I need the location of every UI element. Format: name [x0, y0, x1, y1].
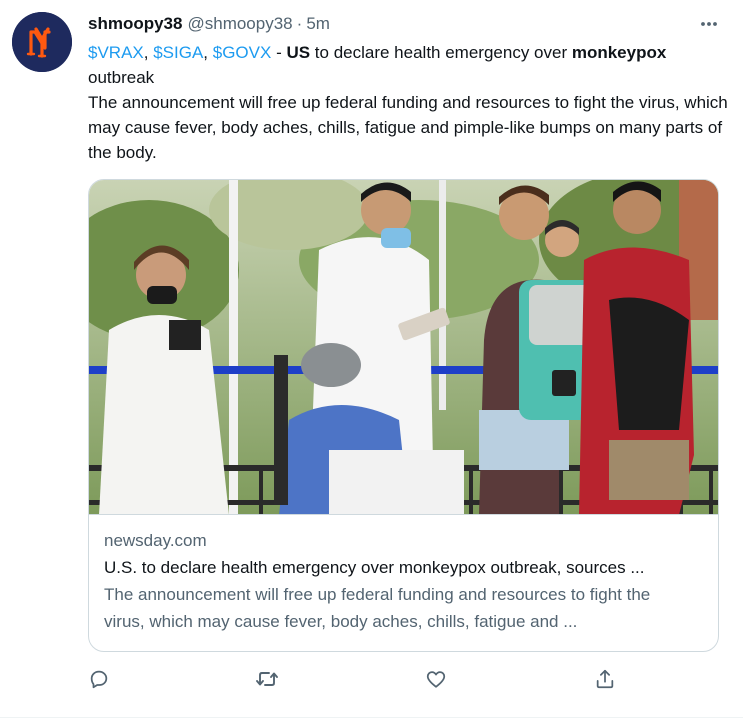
tweet-headline: $VRAX, $SIGA, $GOVX - US to declare heal…	[88, 40, 728, 90]
cashtag-govx[interactable]: $GOVX	[213, 43, 272, 62]
news-photo	[89, 180, 718, 514]
retweet-button[interactable]	[254, 666, 280, 692]
display-name[interactable]: shmoopy38	[88, 14, 182, 34]
headline-middle: to declare health emergency over	[310, 43, 572, 62]
card-image	[89, 180, 718, 515]
tweet-actions	[86, 666, 626, 694]
share-icon	[596, 669, 614, 689]
card-domain: newsday.com	[104, 531, 207, 550]
keyword-us: US	[286, 43, 311, 62]
avatar[interactable]	[12, 12, 72, 72]
keyword-monkeypox: monkeypox	[571, 43, 667, 62]
headline-tail: outbreak	[88, 68, 155, 87]
tweet: shmoopy38 @shmoopy38 · 5m $VRAX, $SIGA, …	[0, 0, 743, 718]
reply-icon	[90, 670, 108, 689]
tweet-header: shmoopy38 @shmoopy38 · 5m	[88, 12, 723, 36]
tweet-text: $VRAX, $SIGA, $GOVX - US to declare heal…	[88, 40, 728, 165]
mets-logo-icon	[12, 12, 72, 72]
cashtag-siga[interactable]: $SIGA	[153, 43, 203, 62]
more-options-button[interactable]	[695, 12, 723, 36]
card-body: newsday.com U.S. to declare health emerg…	[104, 529, 703, 635]
like-icon	[426, 671, 446, 688]
separator-dot: ·	[296, 14, 303, 33]
reply-button[interactable]	[86, 666, 112, 692]
card-description: The announcement will free up federal fu…	[104, 585, 651, 631]
share-button[interactable]	[592, 666, 618, 692]
card-title: U.S. to declare health emergency over mo…	[104, 558, 645, 577]
timestamp[interactable]: 5m	[306, 14, 330, 34]
link-card[interactable]: newsday.com U.S. to declare health emerg…	[88, 179, 719, 652]
user-handle[interactable]: @shmoopy38	[187, 14, 292, 34]
retweet-icon	[256, 672, 278, 686]
dash: -	[271, 43, 287, 62]
comma: ,	[143, 43, 154, 62]
cashtag-vrax[interactable]: $VRAX	[88, 43, 144, 62]
more-icon	[701, 22, 717, 26]
tweet-body: The announcement will free up federal fu…	[88, 93, 728, 162]
comma: ,	[203, 43, 213, 62]
like-button[interactable]	[423, 666, 449, 692]
